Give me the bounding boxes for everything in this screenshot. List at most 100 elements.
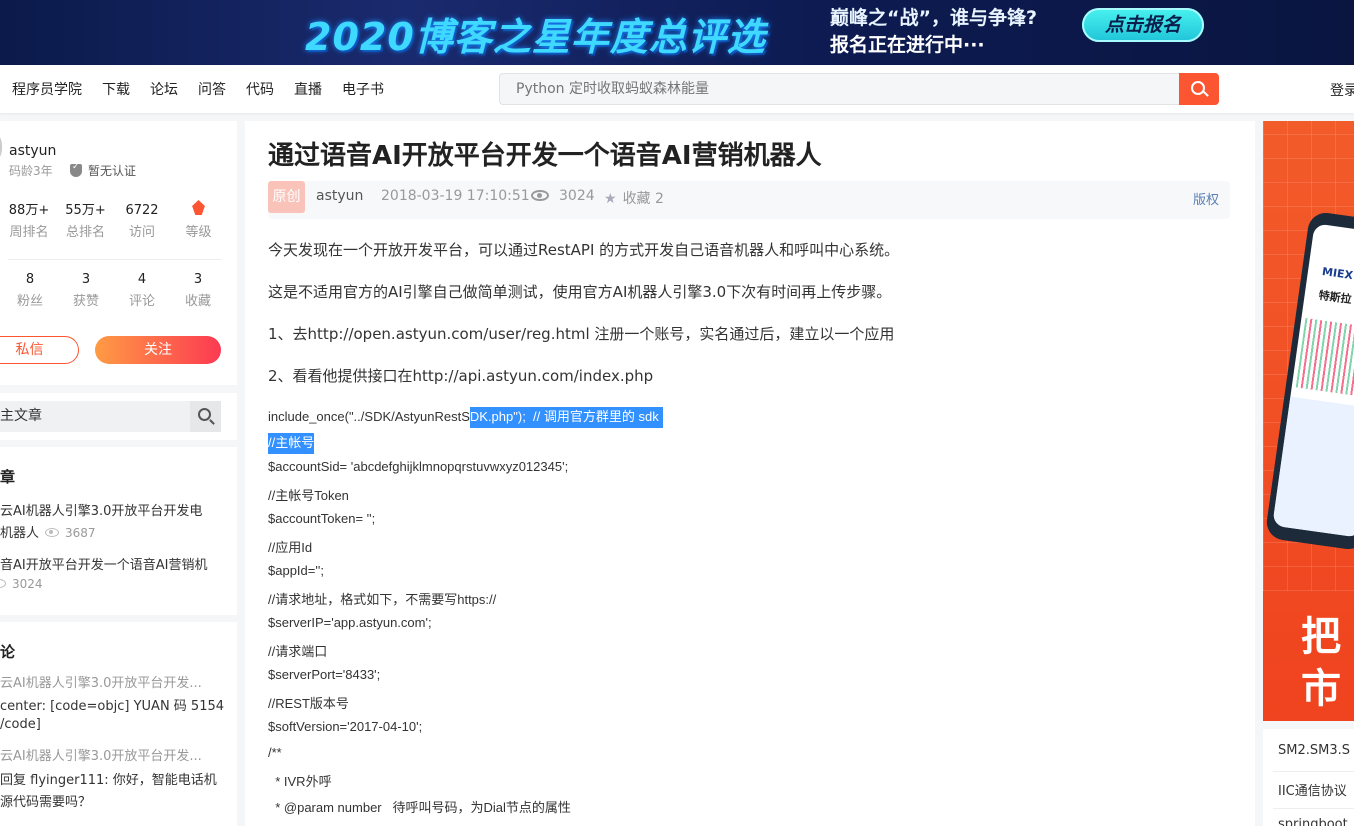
- code-line: * IVR外呼: [268, 774, 332, 789]
- list-item[interactable]: SM2.SM3.S: [1278, 743, 1350, 758]
- comment-text: center: [code=objc] YUAN 码 5154: [0, 699, 225, 714]
- code-line: /**: [268, 745, 282, 760]
- article-views: 3024: [531, 188, 595, 204]
- ad-headline: 把 市: [1301, 614, 1341, 712]
- stat-visits: 6722 访问: [125, 203, 159, 240]
- nav-item-qa[interactable]: 问答: [198, 79, 226, 99]
- stat-total-rank[interactable]: 55万+ 总排名: [58, 200, 113, 244]
- banner-signup-button[interactable]: 点击报名: [1082, 8, 1204, 42]
- code-line: //主帐号: [268, 433, 315, 454]
- eye-icon: [531, 190, 549, 201]
- nav-item-live[interactable]: 直播: [294, 79, 322, 99]
- article-paragraph: 这是不适用官方的AI引擎自己做简单测试，使用官方AI机器人引擎3.0下次有时间再…: [268, 283, 892, 301]
- comment-text: 源代码需要吗？: [0, 795, 92, 810]
- promo-banner[interactable]: 2020博客之星年度总评选 巅峰之“战”，谁与争锋? 报名正在进行中··· 点击…: [0, 0, 1354, 65]
- banner-slogan: 巅峰之“战”，谁与争锋? 报名正在进行中···: [830, 5, 1037, 59]
- code-line: //应用Id: [268, 540, 313, 555]
- code-line: include_once("../SDK/AstyunRestSDK.php")…: [268, 407, 663, 428]
- nav-item-download[interactable]: 下载: [102, 79, 130, 99]
- code-line: //请求端口: [268, 644, 328, 659]
- article-paragraph: 1、去http://open.astyun.com/user/reg.html …: [268, 325, 895, 343]
- stat-fans[interactable]: 8 粉丝: [0, 269, 60, 313]
- ad-stock: 特斯拉: [1317, 288, 1353, 307]
- list-item[interactable]: 音AI开放平台开发一个语音AI营销机: [0, 554, 207, 573]
- top-search: [499, 73, 1219, 105]
- author-cert: 暂无认证: [70, 162, 136, 179]
- article-author[interactable]: astyun: [316, 188, 363, 204]
- article-meta-bar: 原创 astyun 2018-03-19 17:10:51 3024 ★ 收藏 2…: [268, 181, 1230, 219]
- original-badge: 原创: [268, 181, 305, 213]
- eye-icon: [0, 579, 6, 588]
- author-cert-label: 暂无认证: [88, 164, 137, 178]
- search-input[interactable]: [499, 73, 1180, 105]
- author-age: 码龄3年: [9, 164, 53, 178]
- code-line: $serverPort='8433';: [268, 667, 381, 682]
- code-line: //REST版本号: [268, 696, 349, 711]
- list-item-cont[interactable]: 机器人 3687: [0, 522, 96, 541]
- article-date: 2018-03-19 17:10:51: [381, 188, 530, 204]
- chart-image: [1295, 317, 1354, 400]
- code-line: $accountSid= 'abcdefghijklmnopqrstuvwxyz…: [268, 459, 569, 474]
- shield-icon: [70, 162, 82, 177]
- recent-articles-card: 章 云AI机器人引擎3.0开放平台开发电 机器人 3687 音AI开放平台开发一个…: [0, 447, 237, 615]
- search-button[interactable]: [1179, 73, 1219, 105]
- article-paragraph: 2、看看他提供接口在http://api.astyun.com/index.ph…: [268, 367, 654, 385]
- code-line: $accountToken= '';: [268, 511, 376, 526]
- private-message-button[interactable]: 私信: [0, 336, 79, 364]
- blog-search-card: 主文章: [0, 393, 237, 440]
- comment-text: /code]: [0, 717, 41, 732]
- article-title: 通过语音AI开放平台开发一个语音AI营销机器人: [268, 141, 822, 171]
- related-list: SM2.SM3.S IIC通信协议 springboot: [1263, 729, 1354, 826]
- comment-article[interactable]: 云AI机器人引擎3.0开放平台开发...: [0, 672, 202, 691]
- author-name[interactable]: astyun: [9, 143, 56, 159]
- article-favorite[interactable]: ★ 收藏 2: [604, 188, 664, 208]
- level-icon: [192, 200, 205, 215]
- list-item-meta: 3024: [0, 577, 43, 592]
- list-item[interactable]: IIC通信协议: [1278, 780, 1347, 799]
- stats-row-2: 8 粉丝 3 获赞 4 评论 3 收藏: [0, 269, 237, 313]
- author-profile-card: astyun 码龄3年 暂无认证 88万+周排名 55万+总排名 6722访问 …: [0, 121, 237, 385]
- code-line: $appId='';: [268, 563, 324, 578]
- stats-row-1: 88万+ 周排名 55万+ 总排名 6722 访问 等级: [0, 200, 237, 244]
- article-card: 通过语音AI开放平台开发一个语音AI营销机器人 原创 astyun 2018-0…: [245, 121, 1255, 826]
- nav-links: 程序员学院 下载 论坛 问答 代码 直播 电子书: [12, 65, 404, 113]
- nav-item-forum[interactable]: 论坛: [150, 79, 178, 99]
- ad-logo: MIEX: [1321, 264, 1354, 283]
- section-title: 论: [0, 643, 16, 661]
- banner-slogan-line2: 报名正在进行中···: [830, 34, 985, 56]
- stat-likes: 3 获赞: [72, 272, 99, 309]
- nav-item-academy[interactable]: 程序员学院: [12, 79, 82, 99]
- comment-text: 回复 flyinger111: 你好，智能电话机: [0, 773, 217, 788]
- blog-search-button[interactable]: [190, 401, 221, 432]
- code-line: $softVersion='2017-04-10';: [268, 719, 423, 734]
- code-line: $serverIP='app.astyun.com';: [268, 615, 432, 630]
- eye-icon: [45, 528, 60, 537]
- divider: [1273, 771, 1354, 772]
- avatar[interactable]: [0, 129, 2, 165]
- banner-slogan-line1: 巅峰之“战”，谁与争锋?: [830, 7, 1037, 29]
- code-line: //请求地址，格式如下，不需要写https://: [268, 592, 497, 607]
- divider: [8, 259, 222, 260]
- login-link[interactable]: 登录: [1330, 80, 1354, 100]
- stat-favorites: 3 收藏: [184, 272, 211, 309]
- stat-level[interactable]: 等级: [171, 200, 226, 244]
- stat-comments: 4 评论: [128, 272, 155, 309]
- follow-button[interactable]: 关注: [95, 336, 221, 364]
- blog-search-input[interactable]: 主文章: [0, 401, 190, 432]
- stat-week-rank[interactable]: 88万+ 周排名: [0, 200, 58, 244]
- list-item[interactable]: 云AI机器人引擎3.0开放平台开发电: [0, 500, 202, 519]
- nav-item-code[interactable]: 代码: [246, 79, 274, 99]
- list-item[interactable]: springboot: [1278, 817, 1348, 826]
- section-title: 章: [0, 468, 16, 486]
- code-line: * @param number 待呼叫号码，为Dial节点的属性: [268, 800, 571, 815]
- comment-article[interactable]: 云AI机器人引擎3.0开放平台开发...: [0, 745, 202, 764]
- sidebar-ad[interactable]: MIEX 特斯拉 把 市: [1263, 121, 1354, 721]
- article-paragraph: 今天发现在一个开放开发平台，可以通过RestAPI 的方式开发自己语音机器人和呼…: [268, 241, 900, 259]
- banner-title: 2020博客之星年度总评选: [305, 15, 766, 59]
- star-icon: ★: [604, 191, 617, 207]
- code-line: //主帐号Token: [268, 488, 349, 503]
- divider: [1273, 808, 1354, 809]
- copyright-link[interactable]: 版权: [1193, 189, 1219, 208]
- nav-item-ebook[interactable]: 电子书: [342, 79, 384, 99]
- top-nav: 程序员学院 下载 论坛 问答 代码 直播 电子书 登录: [0, 65, 1354, 113]
